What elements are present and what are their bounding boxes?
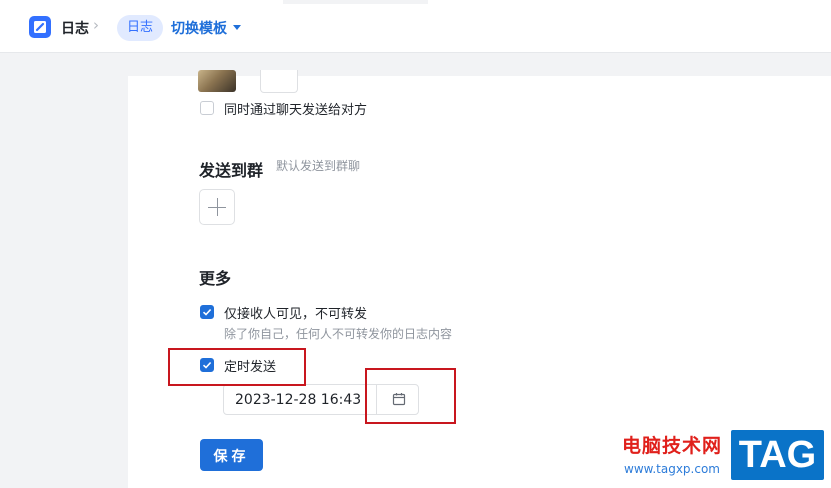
breadcrumb-app-name[interactable]: 日志 [61, 18, 89, 38]
watermark-tag-logo: TAG [731, 430, 824, 480]
send-via-chat-checkbox[interactable] [200, 101, 214, 115]
more-section-title: 更多 [199, 269, 232, 288]
caret-down-icon [233, 24, 241, 30]
recipient-avatar [198, 70, 236, 92]
receiver-only-hint: 除了你自己，任何人不可转发你的日志内容 [224, 327, 453, 341]
top-bar: 日志 › 日志 切换模板 [0, 0, 831, 53]
watermark-site-name: 电脑技术网 [622, 435, 723, 457]
send-via-chat-label: 同时通过聊天发送给对方 [224, 103, 368, 118]
switch-template-button[interactable]: 切换模板 [171, 18, 241, 38]
send-to-group-hint: 默认发送到群聊 [276, 159, 361, 173]
add-recipient-button[interactable] [260, 70, 298, 93]
chevron-right-icon: › [93, 16, 99, 34]
save-button[interactable]: 保存 [200, 439, 263, 471]
receiver-only-checkbox[interactable] [200, 305, 214, 319]
add-group-button[interactable] [199, 189, 235, 225]
watermark-url: www.tagxp.com [624, 462, 720, 476]
receiver-only-label: 仅接收人可见，不可转发 [224, 307, 368, 322]
form-card [128, 76, 831, 488]
switch-template-label: 切换模板 [171, 21, 227, 37]
journal-app-icon[interactable] [29, 16, 51, 38]
check-icon [202, 308, 212, 316]
send-to-group-title: 发送到群 [199, 161, 264, 180]
tab-strip [283, 0, 428, 4]
schedule-datetime-value: 2023-12-28 16:43 [235, 392, 362, 408]
left-gutter [0, 53, 128, 488]
highlight-box-calendar [365, 368, 456, 424]
highlight-box-scheduled-send [168, 348, 306, 386]
template-pill[interactable]: 日志 [117, 15, 164, 41]
